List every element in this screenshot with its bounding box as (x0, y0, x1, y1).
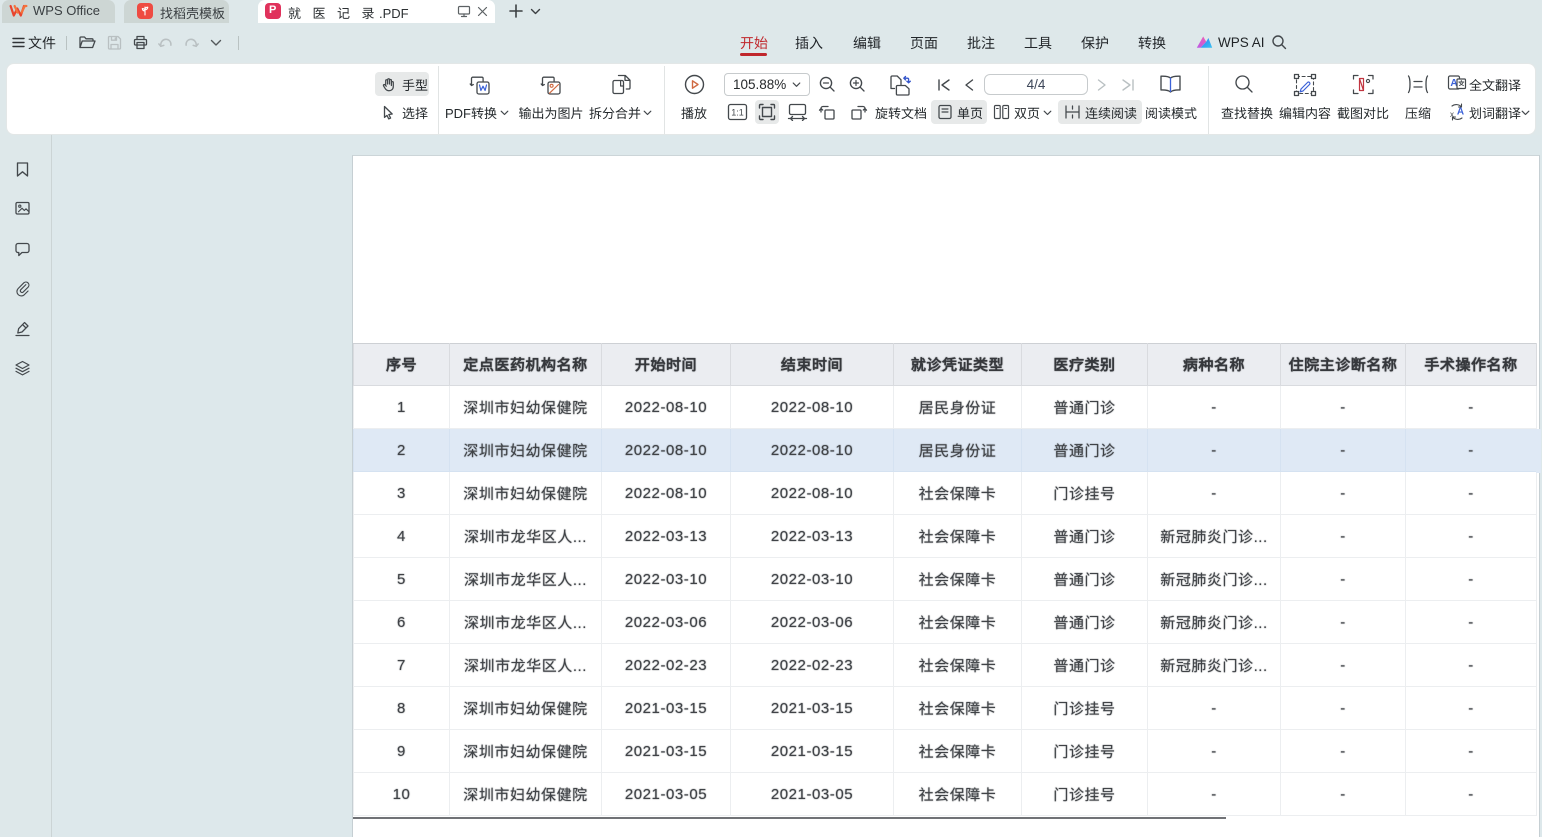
svg-text:A: A (1457, 107, 1464, 118)
svg-text:x: x (1450, 110, 1454, 119)
svg-text:1:1: 1:1 (731, 108, 744, 118)
